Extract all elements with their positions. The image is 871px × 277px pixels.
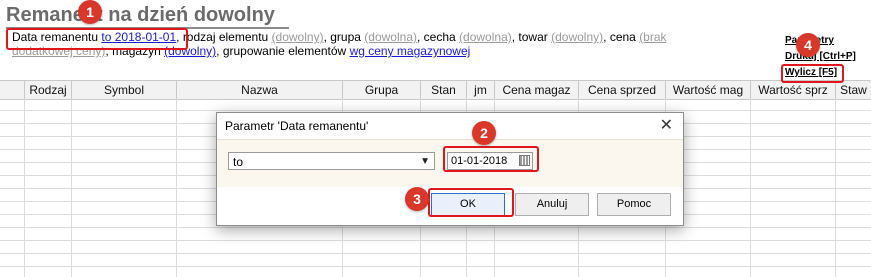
column-divider bbox=[71, 99, 72, 277]
col-stawka[interactable]: Staw bbox=[836, 81, 871, 99]
col-nazwa[interactable]: Nazwa bbox=[177, 81, 343, 99]
help-button[interactable]: Pomoc bbox=[597, 193, 671, 216]
header-blank bbox=[0, 81, 25, 99]
col-cena-sprzed[interactable]: Cena sprzed bbox=[579, 81, 666, 99]
cancel-button[interactable]: Anuluj bbox=[515, 193, 589, 216]
grupowanie-label: grupowanie elementów bbox=[222, 44, 347, 58]
col-jm[interactable]: jm bbox=[467, 81, 495, 99]
cecha-label: cecha bbox=[423, 30, 456, 44]
towar-filter-link[interactable]: (dowolny) bbox=[551, 30, 603, 44]
col-grupa[interactable]: Grupa bbox=[343, 81, 421, 99]
col-symbol[interactable]: Symbol bbox=[72, 81, 177, 99]
grupa-filter-link[interactable]: (dowolna) bbox=[364, 30, 417, 44]
column-divider bbox=[835, 99, 836, 277]
column-divider bbox=[24, 99, 25, 277]
dialog-titlebar: Parametr 'Data remanentu' ✕ bbox=[217, 113, 683, 139]
highlight-ok-button bbox=[428, 188, 514, 217]
col-cena-magaz[interactable]: Cena magaz bbox=[495, 81, 579, 99]
table-header: Rodzaj Symbol Nazwa Grupa Stan jm Cena m… bbox=[0, 80, 871, 100]
page-title: Remanent na dzień dowolny bbox=[6, 3, 289, 29]
towar-label: towar bbox=[518, 30, 548, 44]
col-wartosc-sprz[interactable]: Wartość sprz bbox=[751, 81, 836, 99]
column-divider bbox=[176, 99, 177, 277]
step-badge-3: 3 bbox=[405, 187, 429, 211]
highlight-wylicz bbox=[781, 64, 844, 83]
highlight-date-input bbox=[443, 146, 539, 172]
highlight-date-filter bbox=[6, 28, 188, 50]
cecha-filter-link[interactable]: (dowolna) bbox=[459, 30, 512, 44]
operator-select[interactable]: to ▼ bbox=[228, 152, 435, 170]
rodzaj-filter-link[interactable]: (dowolny) bbox=[272, 30, 324, 44]
cena-label: cena bbox=[609, 30, 636, 44]
col-wartosc-mag[interactable]: Wartość mag bbox=[666, 81, 751, 99]
step-badge-1: 1 bbox=[78, 0, 102, 24]
col-rodzaj[interactable]: Rodzaj bbox=[25, 81, 72, 99]
column-divider bbox=[750, 99, 751, 277]
dialog-title: Parametr 'Data remanentu' bbox=[225, 119, 369, 133]
grupowanie-filter-link[interactable]: wg ceny magazynowej bbox=[350, 44, 471, 58]
rodzaj-label: rodzaj elementu bbox=[182, 30, 269, 44]
grupa-label: grupa bbox=[330, 30, 361, 44]
col-stan[interactable]: Stan bbox=[421, 81, 467, 99]
chevron-down-icon[interactable]: ▼ bbox=[420, 153, 430, 171]
drukuj-link[interactable]: Drukuj [Ctrl+P] bbox=[785, 49, 856, 65]
step-badge-4: 4 bbox=[796, 33, 820, 57]
close-icon[interactable]: ✕ bbox=[660, 113, 673, 139]
step-badge-2: 2 bbox=[472, 121, 496, 145]
operator-value: to bbox=[233, 155, 244, 169]
